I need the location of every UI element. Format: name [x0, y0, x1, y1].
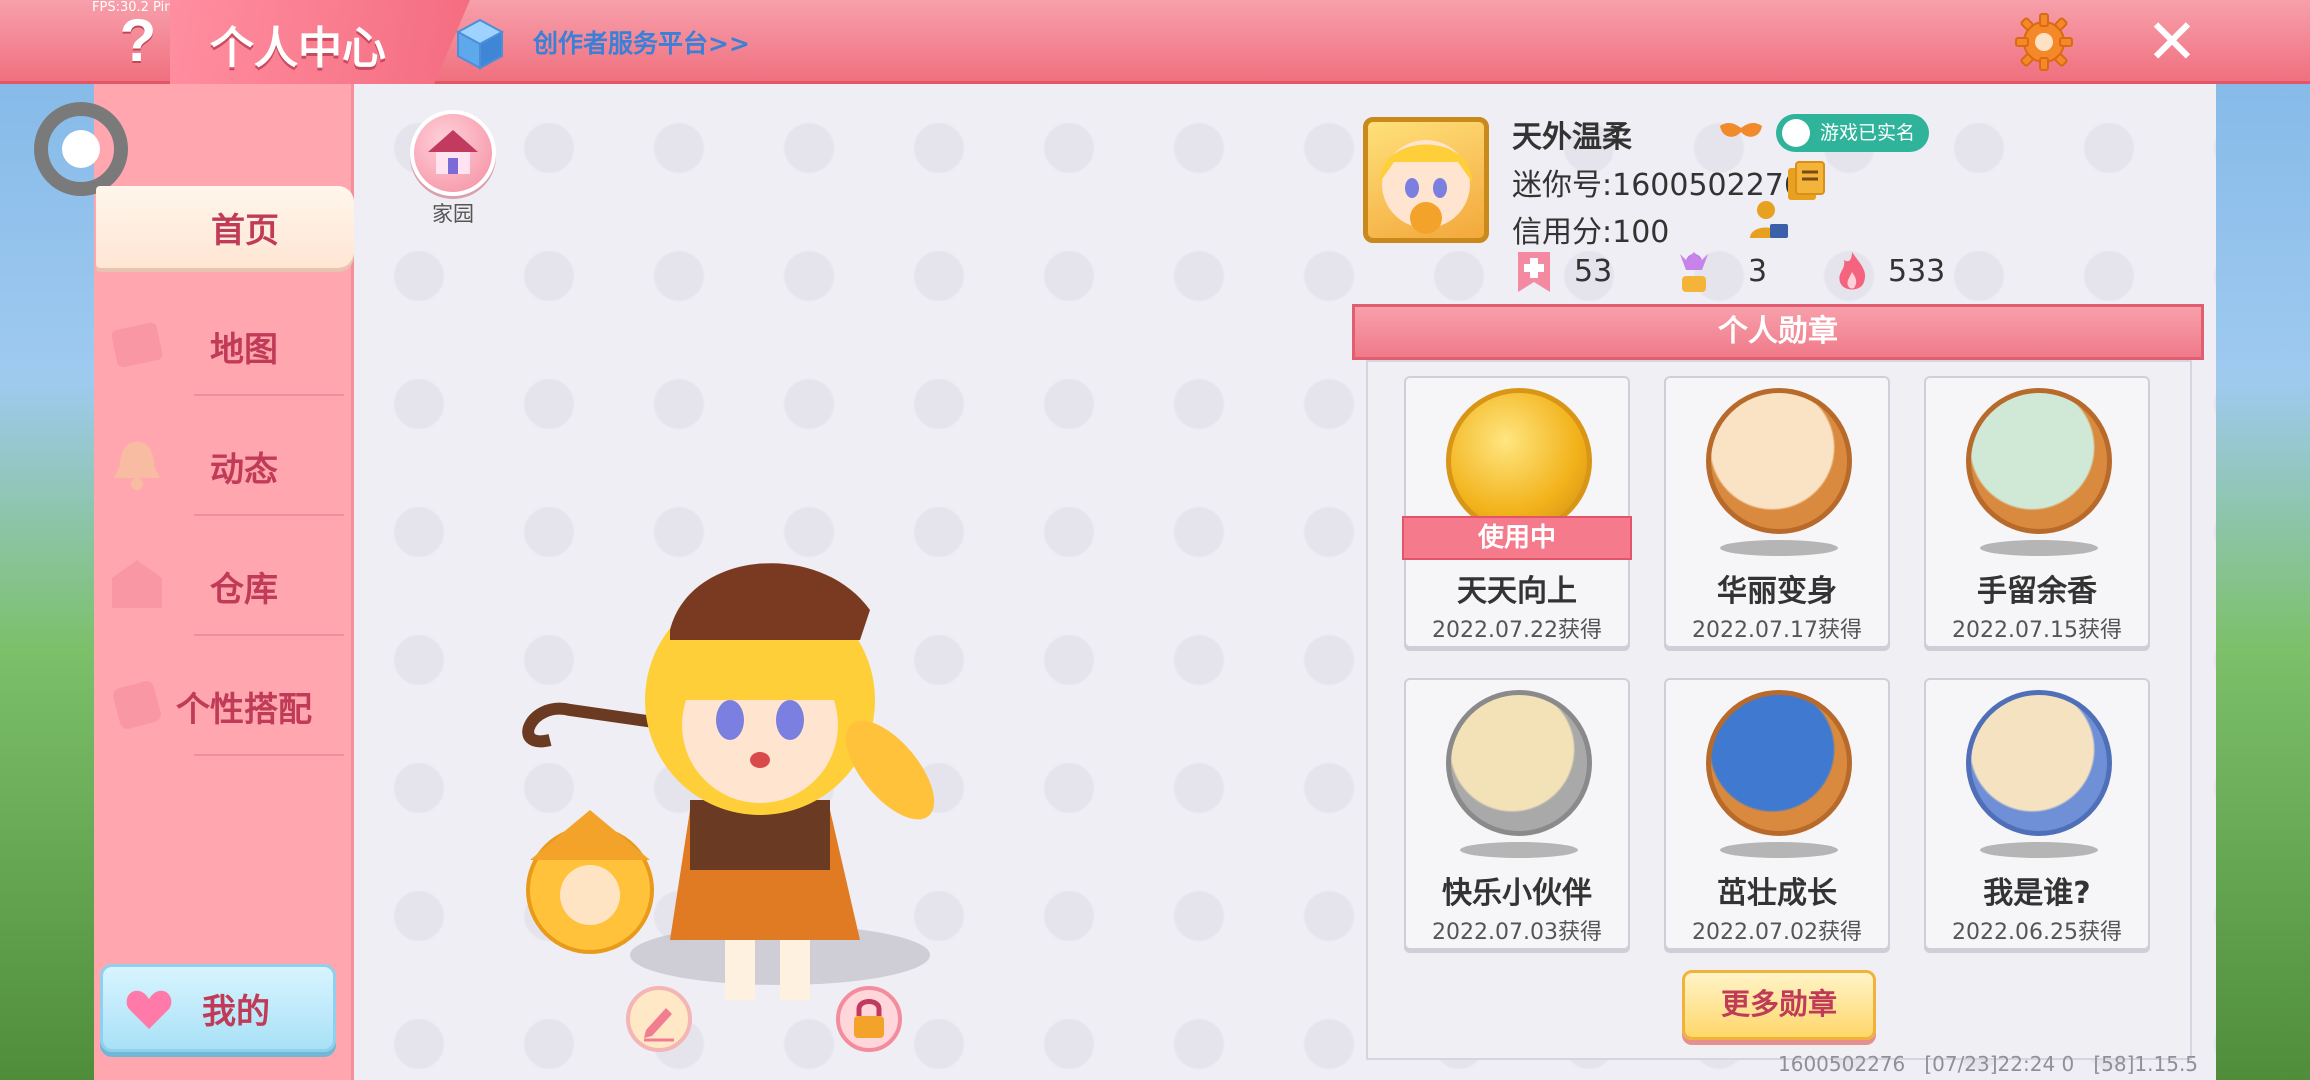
bell-icon: [114, 442, 160, 490]
homeland-button[interactable]: [410, 110, 496, 196]
sidebar-item-label: 首页: [211, 210, 279, 251]
medal-shadow: [1720, 540, 1838, 556]
medal-name: 茁壮成长: [1717, 876, 1837, 911]
medal-date: 2022.07.17获得: [1692, 618, 1862, 643]
medal-name: 我是谁?: [1983, 876, 2091, 911]
flame-icon: [1839, 252, 1866, 290]
medal-card[interactable]: 我是谁? 2022.06.25获得: [1924, 678, 2150, 950]
player-character-avatar[interactable]: [490, 520, 1050, 1020]
medal-badge-icon: [1706, 388, 1852, 534]
mask-icon[interactable]: [1718, 118, 1764, 144]
medal-shadow: [1980, 540, 2098, 556]
medal-card[interactable]: 华丽变身 2022.07.17获得: [1664, 376, 1890, 648]
verified-user-icon: [1782, 119, 1810, 147]
medal-card[interactable]: 快乐小伙伴 2022.07.03获得: [1404, 678, 1630, 950]
stat-value-fans: 3: [1748, 254, 1768, 289]
medal-card[interactable]: 使用中 天天向上 2022.07.22获得: [1402, 376, 1632, 648]
medal-date: 2022.07.02获得: [1692, 920, 1862, 945]
heart-icon: [126, 990, 172, 1029]
sidebar-item-feed[interactable]: 动态: [94, 416, 354, 516]
creator-platform-link[interactable]: 创作者服务平台>>: [533, 24, 750, 60]
cube-icon[interactable]: [455, 18, 505, 70]
medal-shadow: [1460, 842, 1578, 858]
medal-card[interactable]: 茁壮成长 2022.07.02获得: [1664, 678, 1890, 950]
real-name-verified-badge[interactable]: 游戏已实名: [1776, 114, 1930, 152]
medal-badge-icon: [1706, 690, 1852, 836]
homeland-label: 家园: [432, 202, 474, 226]
sidebar-item-home[interactable]: 首页: [96, 186, 354, 268]
map-icon: [111, 322, 163, 368]
more-medals-button[interactable]: 更多勋章: [1682, 970, 1876, 1040]
stat-value-heat: 533: [1888, 254, 1946, 289]
verified-label: 游戏已实名: [1820, 122, 1916, 144]
person-trophy-icon: [1680, 252, 1708, 292]
sidebar-item-label: 仓库: [210, 569, 278, 610]
lock-icon: [854, 999, 884, 1038]
sidebar-item-label: 个性搭配: [176, 689, 312, 730]
page-title: 个人中心: [210, 23, 386, 74]
medal-section-header: 个人勋章: [1352, 304, 2204, 360]
house-icon: [428, 130, 478, 174]
edit-button[interactable]: [626, 986, 692, 1052]
medal-badge-icon: [1446, 690, 1592, 836]
pencil-icon: [644, 1008, 674, 1042]
floating-assistive-button[interactable]: [34, 102, 128, 196]
medal-in-use-label: 使用中: [1402, 516, 1632, 560]
help-icon[interactable]: ?: [112, 6, 164, 76]
sidebar-item-map[interactable]: 地图: [94, 296, 354, 396]
credit-info-icon[interactable]: [1746, 198, 1790, 242]
medal-name: 天天向上: [1457, 574, 1577, 609]
medal-name: 华丽变身: [1717, 574, 1837, 609]
stat-value-likes: 53: [1574, 254, 1613, 289]
lock-button[interactable]: [836, 986, 902, 1052]
profile-avatar[interactable]: [1363, 117, 1489, 243]
medal-shadow: [1980, 842, 2098, 858]
medal-badge-icon: [1966, 690, 2112, 836]
credit-score: 信用分:100: [1512, 215, 1670, 250]
medal-date: 2022.07.03获得: [1432, 920, 1602, 945]
warehouse-icon: [112, 560, 162, 608]
sidebar-item-label: 地图: [210, 329, 278, 370]
medal-shadow: [1720, 842, 1838, 858]
medal-date: 2022.06.25获得: [1952, 920, 2122, 945]
footer-version-info: 1600502276 [07/23]22:24 0 [58]1.15.5: [1778, 1052, 2199, 1076]
medal-name: 快乐小伙伴: [1442, 876, 1592, 911]
sidebar-item-outfit[interactable]: 个性搭配: [94, 656, 354, 756]
outfit-icon: [113, 681, 161, 729]
close-icon[interactable]: ✕: [2140, 10, 2204, 74]
medal-name: 手留余香: [1977, 574, 2097, 609]
username: 天外温柔: [1512, 120, 1632, 155]
medal-date: 2022.07.22获得: [1432, 618, 1602, 643]
gear-icon[interactable]: [2012, 10, 2076, 74]
medal-date: 2022.07.15获得: [1952, 618, 2122, 643]
mine-label: 我的: [202, 991, 270, 1032]
copy-icon[interactable]: [1786, 160, 1826, 202]
sidebar-item-warehouse[interactable]: 仓库: [94, 536, 354, 636]
medal-badge-icon: [1446, 388, 1592, 534]
plus-bookmark-icon: [1518, 252, 1550, 292]
medal-badge-icon: [1966, 388, 2112, 534]
medal-card[interactable]: 手留余香 2022.07.15获得: [1924, 376, 2150, 648]
sidebar-item-label: 动态: [210, 449, 278, 490]
mine-button[interactable]: 我的: [100, 964, 336, 1052]
